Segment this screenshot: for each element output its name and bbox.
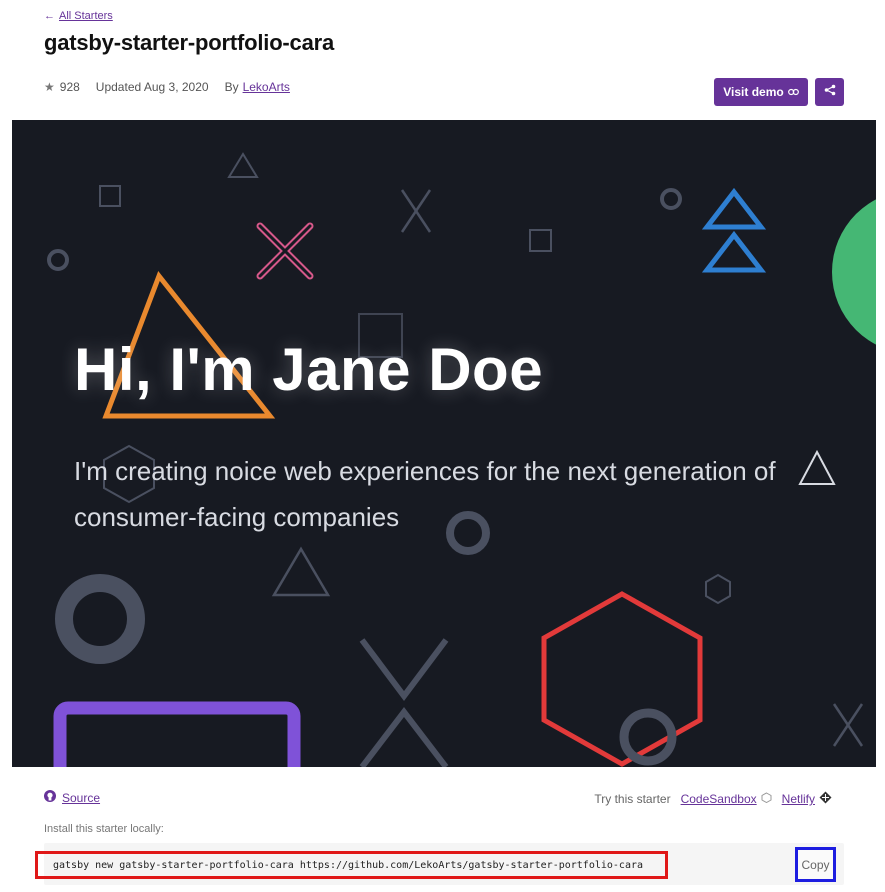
star-count-value: 928 [59, 80, 80, 94]
netlify-label: Netlify [781, 792, 815, 806]
starter-preview-image: Hi, I'm Jane Doe I'm creating noice web … [12, 120, 876, 767]
copy-button[interactable]: Copy [795, 847, 836, 882]
all-starters-label: All Starters [59, 10, 113, 22]
author-link[interactable]: LekoArts [243, 80, 290, 94]
codesandbox-link[interactable]: CodeSandbox [681, 792, 772, 806]
source-label: Source [62, 790, 101, 805]
star-count: ★ 928 [44, 80, 80, 94]
visit-demo-label: Visit demo [723, 85, 784, 99]
codesandbox-icon [761, 792, 772, 806]
netlify-icon [819, 791, 832, 807]
try-starter-label: Try this starter [594, 792, 671, 806]
author-info: By LekoArts [225, 80, 290, 94]
page-title: gatsby-starter-portfolio-cara [44, 30, 335, 55]
install-command[interactable]: gatsby new gatsby-starter-portfolio-cara… [35, 851, 668, 879]
star-icon: ★ [44, 80, 55, 94]
hero-subtitle: I'm creating noice web experiences for t… [74, 456, 776, 532]
all-starters-link[interactable]: ← All Starters [44, 10, 113, 22]
try-starter-row: Try this starter CodeSandbox Netlify [594, 791, 832, 807]
codesandbox-label: CodeSandbox [680, 792, 757, 806]
updated-date: Updated Aug 3, 2020 [95, 80, 209, 94]
github-icon [44, 790, 56, 805]
install-label: Install this starter locally: [44, 823, 164, 835]
decorative-shapes [47, 152, 876, 767]
arrow-left-icon: ← [44, 10, 55, 22]
starter-meta: ★ 928 Updated Aug 3, 2020 By LekoArts [44, 80, 290, 94]
by-label: By [224, 80, 239, 94]
visit-demo-button[interactable]: Visit demo [714, 78, 808, 106]
netlify-link[interactable]: Netlify [782, 791, 832, 807]
share-button[interactable] [815, 78, 844, 106]
share-icon [824, 83, 836, 101]
hero-title: Hi, I'm Jane Doe [74, 336, 544, 403]
source-link[interactable]: Source [44, 790, 100, 805]
link-icon [787, 85, 799, 99]
